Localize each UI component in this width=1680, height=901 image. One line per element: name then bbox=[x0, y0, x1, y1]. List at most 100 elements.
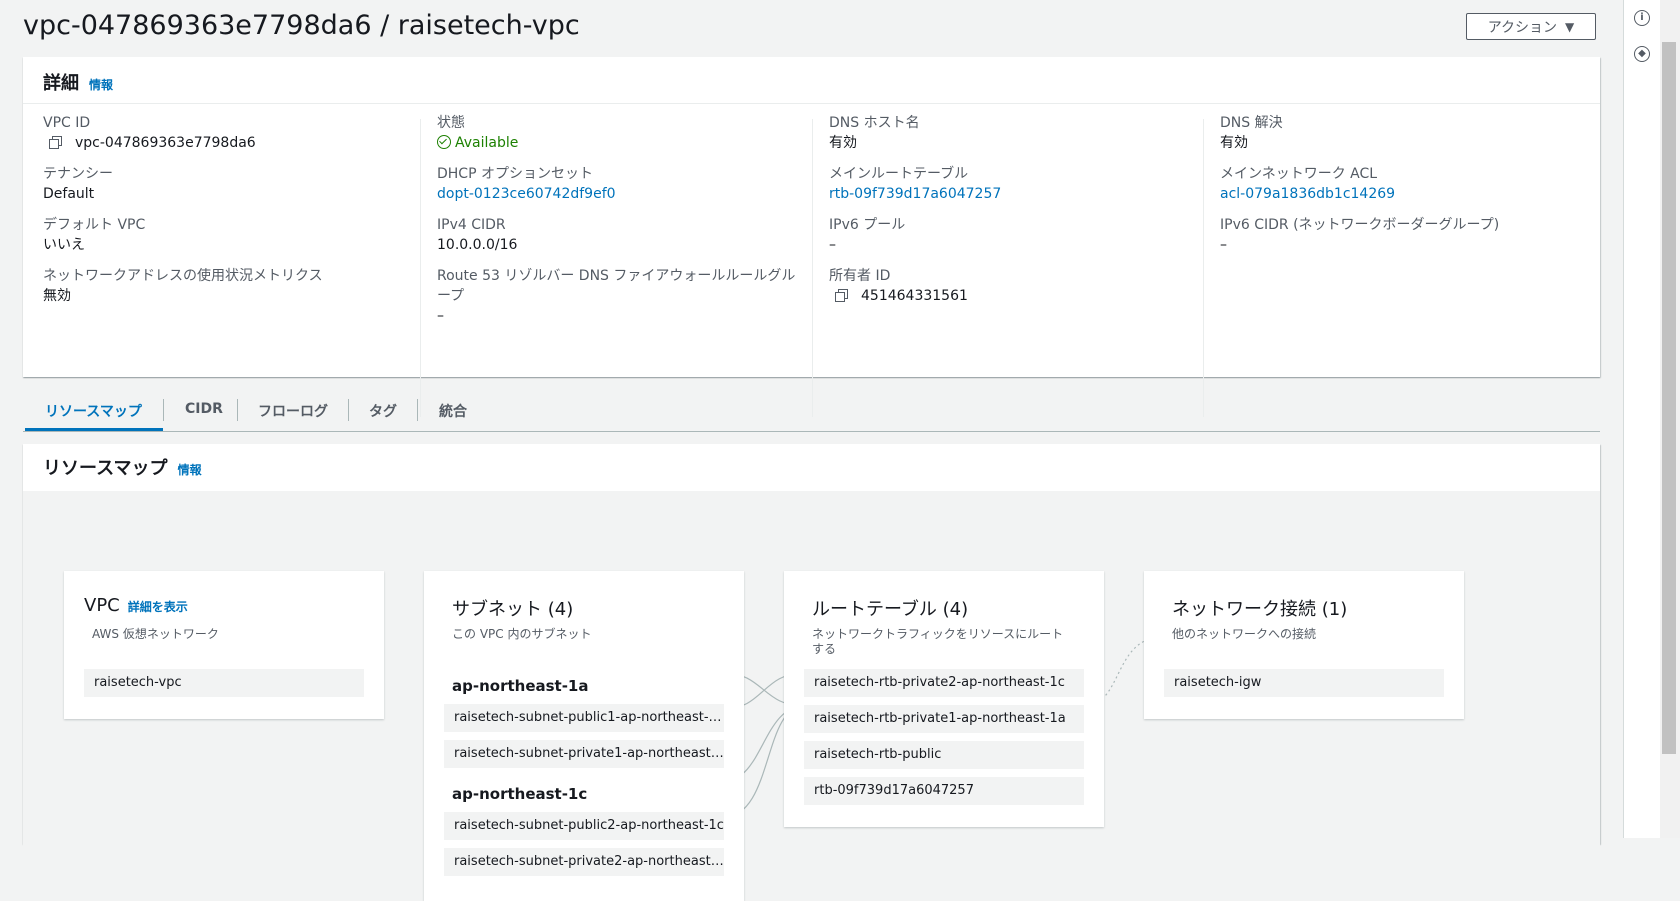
field-value: – bbox=[1220, 237, 1227, 253]
main-content: vpc-047869363e7798da6 / raisetech-vpc アク… bbox=[0, 0, 1623, 901]
field-label: IPv6 CIDR (ネットワークボーダーグループ) bbox=[1220, 217, 1500, 233]
details-title: 詳細 bbox=[43, 73, 79, 94]
field-value: 無効 bbox=[43, 288, 71, 304]
dhcp-options-link[interactable]: dopt-0123ce60742df9ef0 bbox=[437, 184, 797, 204]
details-info-link[interactable]: 情報 bbox=[89, 78, 113, 92]
field-value: 有効 bbox=[829, 135, 857, 151]
field-label: メインルートテーブル bbox=[829, 166, 969, 182]
vpc-card-description: AWS 仮想ネットワーク bbox=[92, 627, 219, 641]
field-label: VPC ID bbox=[43, 115, 91, 131]
field-label: ネットワークアドレスの使用状況メトリクス bbox=[43, 268, 323, 284]
field-dns-resolution: DNS 解決 有効 bbox=[1220, 113, 1592, 153]
network-item[interactable]: raisetech-igw bbox=[1164, 669, 1444, 697]
actions-button-label: アクション bbox=[1487, 19, 1558, 36]
tab-cidr[interactable]: CIDR bbox=[185, 401, 223, 417]
active-tab-indicator bbox=[25, 428, 163, 431]
details-column-4: DNS 解決 有効 メインネットワーク ACL acl-079a1836db1c… bbox=[1220, 113, 1592, 266]
resource-map-canvas: VPC 詳細を表示 AWS 仮想ネットワーク raisetech-vpc サブネッ… bbox=[23, 491, 1600, 901]
vpc-card: VPC 詳細を表示 AWS 仮想ネットワーク raisetech-vpc bbox=[64, 571, 384, 719]
field-value: 有効 bbox=[1220, 135, 1248, 151]
field-main-route-table: メインルートテーブル rtb-09f739d17a6047257 bbox=[829, 164, 1201, 204]
status-value: Available bbox=[455, 135, 519, 151]
tab-integrations[interactable]: 統合 bbox=[439, 401, 467, 421]
details-header: 詳細 情報 bbox=[23, 57, 1600, 104]
field-label: 状態 bbox=[437, 115, 465, 131]
scrollbar-thumb[interactable] bbox=[1662, 42, 1676, 754]
info-icon[interactable]: i bbox=[1634, 10, 1650, 26]
field-ipv6-cidr: IPv6 CIDR (ネットワークボーダーグループ) – bbox=[1220, 215, 1592, 255]
tab-flow-logs[interactable]: フローログ bbox=[258, 401, 328, 421]
tab-bar: リソースマップ CIDR フローログ タグ 統合 bbox=[23, 395, 1600, 432]
field-owner-id: 所有者 ID 451464331561 bbox=[829, 266, 1201, 306]
field-label: IPv6 プール bbox=[829, 217, 906, 233]
route-tables-card: ルートテーブル (4) ネットワークトラフィックをリソースにルートする rais… bbox=[784, 571, 1104, 827]
field-network-metrics: ネットワークアドレスの使用状況メトリクス 無効 bbox=[43, 266, 415, 306]
vpc-details-link[interactable]: 詳細を表示 bbox=[128, 600, 188, 614]
copy-icon[interactable] bbox=[49, 136, 62, 149]
field-label: DNS 解決 bbox=[1220, 115, 1283, 131]
tab-divider bbox=[237, 399, 238, 421]
resource-map-panel: リソースマップ 情報 VPC 詳細を表示 AWS 仮想ネットワーク raiset… bbox=[23, 444, 1600, 901]
field-value: Default bbox=[43, 186, 95, 202]
field-state: 状態 Available bbox=[437, 113, 797, 153]
details-column-1: VPC ID vpc-047869363e7798da6 テナンシー Defau… bbox=[43, 113, 415, 317]
resource-map-title: リソースマップ bbox=[43, 458, 168, 479]
settings-icon[interactable]: ◆ bbox=[1634, 46, 1650, 62]
route-table-item[interactable]: raisetech-rtb-public bbox=[804, 741, 1084, 769]
subnets-card: サブネット (4) この VPC 内のサブネット ap-northeast-1a… bbox=[424, 571, 744, 901]
route-table-item[interactable]: raisetech-rtb-private1-ap-northeast-1a bbox=[804, 705, 1084, 733]
page-title: vpc-047869363e7798da6 / raisetech-vpc bbox=[23, 10, 580, 41]
field-dhcp: DHCP オプションセット dopt-0123ce60742df9ef0 bbox=[437, 164, 797, 204]
tab-divider bbox=[163, 399, 164, 421]
tab-resource-map[interactable]: リソースマップ bbox=[45, 401, 142, 421]
subnet-item[interactable]: raisetech-subnet-public1-ap-northeast-1a bbox=[444, 704, 724, 732]
field-label: テナンシー bbox=[43, 166, 113, 182]
details-column-2: 状態 Available DHCP オプションセット dopt-0123ce60… bbox=[437, 113, 797, 337]
field-route53: Route 53 リゾルバー DNS ファイアウォールルールグループ – bbox=[437, 266, 797, 326]
route-table-item[interactable]: raisetech-rtb-private2-ap-northeast-1c bbox=[804, 669, 1084, 697]
field-label: 所有者 ID bbox=[829, 268, 891, 284]
actions-button[interactable]: アクション ▼ bbox=[1466, 13, 1596, 40]
subnet-item[interactable]: raisetech-subnet-private2-ap-northeast-1… bbox=[444, 848, 724, 876]
field-tenancy: テナンシー Default bbox=[43, 164, 415, 204]
field-label: デフォルト VPC bbox=[43, 217, 146, 233]
field-value: vpc-047869363e7798da6 bbox=[75, 135, 256, 151]
subnet-item[interactable]: raisetech-subnet-public2-ap-northeast-1c bbox=[444, 812, 724, 840]
field-label: メインネットワーク ACL bbox=[1220, 166, 1378, 182]
tab-divider bbox=[348, 399, 349, 421]
field-ipv4-cidr: IPv4 CIDR 10.0.0.0/16 bbox=[437, 215, 797, 255]
column-divider bbox=[420, 119, 421, 417]
main-acl-link[interactable]: acl-079a1836db1c14269 bbox=[1220, 184, 1592, 204]
az-label: ap-northeast-1c bbox=[452, 785, 588, 803]
field-value: 451464331561 bbox=[861, 288, 968, 304]
field-dns-hostnames: DNS ホスト名 有効 bbox=[829, 113, 1201, 153]
tab-divider bbox=[417, 399, 418, 421]
field-label: DNS ホスト名 bbox=[829, 115, 920, 131]
field-label: Route 53 リゾルバー DNS ファイアウォールルールグループ bbox=[437, 268, 796, 304]
copy-icon[interactable] bbox=[835, 289, 848, 302]
caret-down-icon: ▼ bbox=[1565, 19, 1575, 34]
status-success-icon bbox=[437, 135, 451, 149]
field-value: 10.0.0.0/16 bbox=[437, 237, 518, 253]
details-column-3: DNS ホスト名 有効 メインルートテーブル rtb-09f739d17a604… bbox=[829, 113, 1201, 317]
vpc-item[interactable]: raisetech-vpc bbox=[84, 669, 364, 697]
details-panel: 詳細 情報 VPC ID vpc-047869363e7798da6 テナンシー … bbox=[23, 57, 1600, 417]
column-divider bbox=[812, 119, 813, 417]
network-connections-card: ネットワーク接続 (1) 他のネットワークへの接続 raisetech-igw bbox=[1144, 571, 1464, 719]
field-main-acl: メインネットワーク ACL acl-079a1836db1c14269 bbox=[1220, 164, 1592, 204]
subnet-item[interactable]: raisetech-subnet-private1-ap-northeast-1… bbox=[444, 740, 724, 768]
route-table-item[interactable]: rtb-09f739d17a6047257 bbox=[804, 777, 1084, 805]
main-route-table-link[interactable]: rtb-09f739d17a6047257 bbox=[829, 184, 1201, 204]
network-card-description: 他のネットワークへの接続 bbox=[1172, 627, 1317, 641]
resource-map-header: リソースマップ 情報 bbox=[23, 444, 1600, 490]
subnets-card-title: サブネット (4) bbox=[452, 599, 574, 620]
route-tables-card-description: ネットワークトラフィックをリソースにルートする bbox=[812, 627, 1064, 656]
field-label: DHCP オプションセット bbox=[437, 166, 593, 182]
resource-map-info-link[interactable]: 情報 bbox=[178, 463, 202, 477]
vpc-card-title: VPC bbox=[84, 595, 120, 616]
field-value: – bbox=[829, 237, 836, 253]
az-label: ap-northeast-1a bbox=[452, 677, 589, 695]
field-value: – bbox=[437, 308, 444, 324]
network-card-title: ネットワーク接続 (1) bbox=[1172, 599, 1348, 620]
tab-tags[interactable]: タグ bbox=[369, 401, 397, 421]
